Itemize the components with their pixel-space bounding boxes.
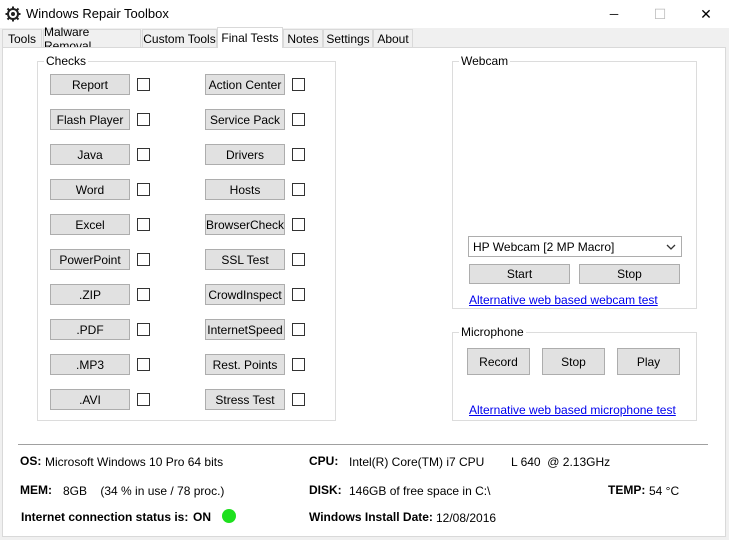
webcam-title: Webcam [459,54,511,68]
cpu-label: CPU: [309,454,339,468]
window-title: Windows Repair Toolbox [26,6,169,21]
mic-stop-button[interactable]: Stop [542,348,605,375]
temp-label: TEMP: [608,483,646,497]
check-rest-points-checkbox[interactable] [292,358,305,371]
chevron-down-icon [666,244,676,250]
tab-custom-tools[interactable]: Custom Tools [142,29,217,47]
check-action-center-checkbox[interactable] [292,78,305,91]
temp-value: 54 °C [649,484,680,498]
check-mp3-button[interactable]: .MP3 [50,354,130,375]
microphone-group: Microphone Record Stop Play Alternative … [452,325,697,421]
check-service-pack-checkbox[interactable] [292,113,305,126]
disk-value: 146GB of free space in C:\ [349,484,491,498]
webcam-device-select[interactable]: HP Webcam [2 MP Macro] [468,236,682,257]
webcam-group: Webcam HP Webcam [2 MP Macro] Start Stop… [452,54,697,309]
disk-label: DISK: [309,483,342,497]
minimize-button[interactable]: ─ [591,0,637,28]
check-zip-button[interactable]: .ZIP [50,284,130,305]
check-report-checkbox[interactable] [137,78,150,91]
internet-label: Internet connection status is: [21,510,189,524]
install-date-label: Windows Install Date: [309,510,433,524]
webcam-alt-link[interactable]: Alternative web based webcam test [469,293,658,307]
internet-status-indicator [222,509,236,523]
check-java-button[interactable]: Java [50,144,130,165]
check-avi-checkbox[interactable] [137,393,150,406]
check-excel-button[interactable]: Excel [50,214,130,235]
internet-status-value: ON [193,510,211,524]
checks-title: Checks [44,54,89,68]
tab-tools[interactable]: Tools [2,29,42,47]
microphone-alt-link[interactable]: Alternative web based microphone test [469,403,676,417]
maximize-button[interactable]: ☐ [637,0,683,28]
webcam-start-button[interactable]: Start [469,264,570,284]
cpu-value: Intel(R) Core(TM) i7 CPU L 640 @ 2.13GHz [349,455,611,469]
check-browsercheck-button[interactable]: BrowserCheck [205,214,285,235]
minimize-icon: ─ [609,7,619,21]
check-hosts-button[interactable]: Hosts [205,179,285,200]
close-button[interactable]: ✕ [683,0,729,28]
os-label: OS: [20,454,42,468]
check-zip-checkbox[interactable] [137,288,150,301]
check-mp3-checkbox[interactable] [137,358,150,371]
check-excel-checkbox[interactable] [137,218,150,231]
check-powerpoint-checkbox[interactable] [137,253,150,266]
maximize-icon: ☐ [653,5,667,22]
check-pdf-checkbox[interactable] [137,323,150,336]
check-rest-points-button[interactable]: Rest. Points [205,354,285,375]
check-hosts-checkbox[interactable] [292,183,305,196]
check-report-button[interactable]: Report [50,74,130,95]
check-crowdinspect-button[interactable]: CrowdInspect [205,284,285,305]
tab-notes[interactable]: Notes [283,29,323,47]
check-crowdinspect-checkbox[interactable] [292,288,305,301]
check-flash-player-checkbox[interactable] [137,113,150,126]
check-internetspeed-button[interactable]: InternetSpeed [205,319,285,340]
check-java-checkbox[interactable] [137,148,150,161]
info-separator [18,444,708,445]
tab-final-tests[interactable]: Final Tests [217,27,283,48]
check-ssl-test-button[interactable]: SSL Test [205,249,285,270]
check-stress-test-button[interactable]: Stress Test [205,389,285,410]
mem-value: 8GB (34 % in use / 78 proc.) [63,484,225,498]
webcam-stop-button[interactable]: Stop [579,264,680,284]
check-browsercheck-checkbox[interactable] [292,218,305,231]
check-service-pack-button[interactable]: Service Pack [205,109,285,130]
check-action-center-button[interactable]: Action Center [205,74,285,95]
tab-about[interactable]: About [373,29,413,47]
record-button[interactable]: Record [467,348,530,375]
check-pdf-button[interactable]: .PDF [50,319,130,340]
check-powerpoint-button[interactable]: PowerPoint [50,249,130,270]
check-internetspeed-checkbox[interactable] [292,323,305,336]
tab-strip: Tools Malware Removal Custom Tools Final… [0,25,729,53]
check-drivers-checkbox[interactable] [292,148,305,161]
tab-malware-removal[interactable]: Malware Removal [43,25,141,53]
install-date-value: 12/08/2016 [436,511,497,525]
check-flash-player-button[interactable]: Flash Player [50,109,130,130]
check-word-button[interactable]: Word [50,179,130,200]
microphone-title: Microphone [459,325,526,339]
check-avi-button[interactable]: .AVI [50,389,130,410]
play-button[interactable]: Play [617,348,680,375]
tab-settings[interactable]: Settings [323,29,373,47]
check-stress-test-checkbox[interactable] [292,393,305,406]
check-ssl-test-checkbox[interactable] [292,253,305,266]
gear-icon [5,6,21,22]
mem-label: MEM: [20,483,52,497]
close-icon: ✕ [700,5,712,22]
check-word-checkbox[interactable] [137,183,150,196]
checks-group: Checks Report Flash Player Java Word Excel Po… [37,54,336,421]
os-value: Microsoft Windows 10 Pro 64 bits [45,455,224,469]
check-drivers-button[interactable]: Drivers [205,144,285,165]
webcam-device-value: HP Webcam [2 MP Macro] [473,239,615,254]
